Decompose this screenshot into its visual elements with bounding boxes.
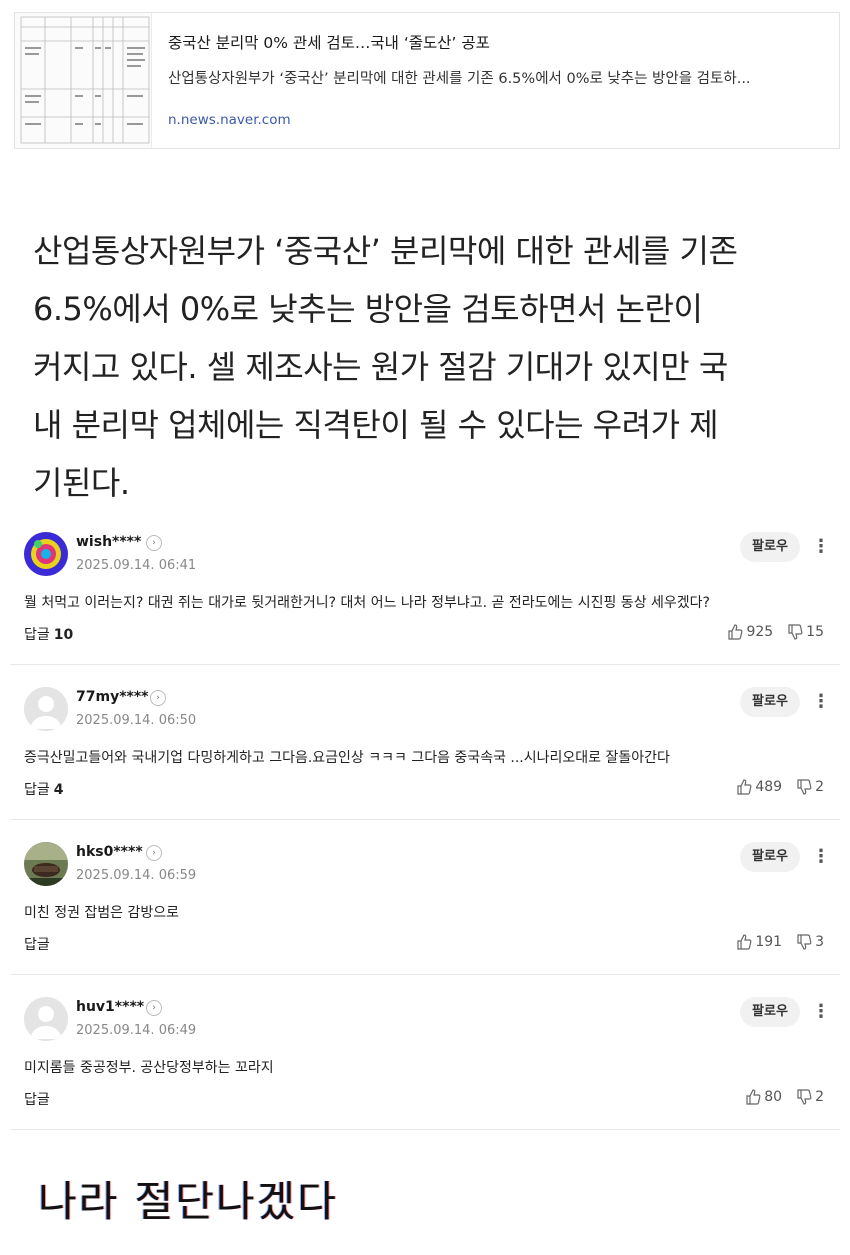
article-line: 산업통상자원부가 ‘중국산’ 분리막에 대한 관세를 기존: [33, 232, 738, 270]
comment-username[interactable]: 77my****: [76, 689, 148, 705]
reply-button[interactable]: 답글: [24, 934, 54, 954]
avatar[interactable]: [24, 842, 68, 886]
article-line: 내 분리막 업체에는 직격탄이 될 수 있다는 우려가 제: [33, 406, 719, 444]
thumbs-up-icon: [746, 1089, 761, 1105]
comment-text: 증극산밀고들어와 국내기업 다밍하게하고 그다음.요금인상 ㅋㅋㅋ 그다음 중국…: [24, 750, 670, 766]
like-button[interactable]: 489: [736, 779, 782, 795]
vote-group: 489 2: [736, 779, 824, 795]
reply-label: 답글: [24, 937, 50, 953]
comment-date: 2025.09.14. 06:50: [76, 713, 197, 728]
preview-domain[interactable]: n.news.naver.com: [168, 111, 839, 129]
comment-text: 뭘 처먹고 이러는지? 대권 쥐는 대가로 뒷거래한거니? 대처 어느 나라 정…: [24, 595, 710, 611]
dislike-count: 15: [806, 624, 824, 640]
comment-item: 77my**** › 2025.09.14. 06:50 팔로우 ⋮ 증극산밀고…: [10, 665, 840, 820]
document-thumbnail: [15, 13, 152, 148]
comment-item: hks0**** › 2025.09.14. 06:59 팔로우 ⋮ 미친 정권…: [10, 820, 840, 975]
article-excerpt: 산업통상자원부가 ‘중국산’ 분리막에 대한 관세를 기존 6.5%에서 0%로…: [33, 222, 823, 512]
more-options-icon[interactable]: ⋮: [812, 845, 830, 869]
chevron-right-icon[interactable]: ›: [146, 845, 162, 861]
caption-text: 나라 절단나겠다: [38, 1177, 338, 1226]
more-options-icon[interactable]: ⋮: [812, 535, 830, 559]
thumbs-up-icon: [737, 934, 752, 950]
chevron-right-icon[interactable]: ›: [146, 535, 162, 551]
default-user-icon: [24, 687, 68, 731]
dislike-button[interactable]: 2: [796, 779, 824, 795]
comment-date: 2025.09.14. 06:59: [76, 868, 197, 883]
more-options-icon[interactable]: ⋮: [812, 690, 830, 714]
reply-count: 10: [53, 627, 74, 643]
news-preview-card[interactable]: 중국산 분리막 0% 관세 검토…국내 ‘줄도산’ 공포 산업통상자원부가 ‘중…: [14, 12, 840, 149]
vote-group: 925 15: [727, 624, 824, 640]
comment-text: 미친 정권 잡범은 감방으로: [24, 905, 180, 921]
thumbs-down-icon: [797, 934, 812, 950]
comment-username[interactable]: hks0****: [76, 844, 143, 860]
reply-button[interactable]: 답글 10: [24, 624, 73, 644]
avatar[interactable]: [24, 997, 68, 1041]
more-options-icon[interactable]: ⋮: [812, 1000, 830, 1024]
reply-button[interactable]: 답글 4: [24, 779, 64, 799]
vote-group: 80 2: [745, 1089, 824, 1105]
comment-username[interactable]: wish****: [76, 534, 141, 550]
follow-button[interactable]: 팔로우: [740, 997, 800, 1027]
reply-count: 4: [53, 782, 64, 798]
chevron-right-icon[interactable]: ›: [150, 690, 166, 706]
like-count: 80: [764, 1089, 783, 1105]
reply-button[interactable]: 답글: [24, 1089, 54, 1109]
preview-title[interactable]: 중국산 분리막 0% 관세 검토…국내 ‘줄도산’ 공포: [168, 33, 839, 53]
thumbs-up-icon: [728, 624, 743, 640]
photo-icon: [24, 842, 68, 886]
chevron-right-icon[interactable]: ›: [146, 1000, 162, 1016]
dislike-count: 2: [815, 779, 824, 795]
like-button[interactable]: 925: [727, 624, 773, 640]
dislike-button[interactable]: 3: [796, 934, 824, 950]
like-count: 191: [755, 934, 783, 950]
comment-item: huv1**** › 2025.09.14. 06:49 팔로우 ⋮ 미지롬들 …: [10, 975, 840, 1130]
article-line: 6.5%에서 0%로 낮추는 방안을 검토하면서 논란이: [33, 290, 703, 328]
vote-group: 191 3: [736, 934, 824, 950]
follow-button[interactable]: 팔로우: [740, 687, 800, 717]
like-count: 489: [755, 779, 783, 795]
avatar[interactable]: [24, 687, 68, 731]
follow-button[interactable]: 팔로우: [740, 532, 800, 562]
dislike-button[interactable]: 2: [796, 1089, 824, 1105]
thumbs-down-icon: [797, 1089, 812, 1105]
default-user-icon: [24, 997, 68, 1041]
comment-date: 2025.09.14. 06:49: [76, 1023, 197, 1038]
like-button[interactable]: 191: [736, 934, 782, 950]
comment-date: 2025.09.14. 06:41: [76, 558, 197, 573]
like-count: 925: [746, 624, 774, 640]
dislike-count: 2: [815, 1089, 824, 1105]
follow-button[interactable]: 팔로우: [740, 842, 800, 872]
comment-list: wish**** › 2025.09.14. 06:41 팔로우 ⋮ 뭘 처먹고…: [10, 510, 840, 1130]
comment-text: 미지롬들 중공정부. 공산당정부하는 꼬라지: [24, 1060, 274, 1076]
comment-item: wish**** › 2025.09.14. 06:41 팔로우 ⋮ 뭘 처먹고…: [10, 510, 840, 665]
article-line: 커지고 있다. 셀 제조사는 원가 절감 기대가 있지만 국: [33, 348, 728, 386]
colorful-icon: [24, 532, 68, 576]
reply-label: 답글: [24, 782, 50, 798]
thumbs-down-icon: [797, 779, 812, 795]
dislike-count: 3: [815, 934, 824, 950]
thumbs-down-icon: [788, 624, 803, 640]
article-line: 기된다.: [33, 464, 130, 502]
dislike-button[interactable]: 15: [787, 624, 824, 640]
thumbs-up-icon: [737, 779, 752, 795]
reply-label: 답글: [24, 627, 50, 643]
preview-description: 산업통상자원부가 ‘중국산’ 분리막에 대한 관세를 기존 6.5%에서 0%로…: [168, 71, 751, 87]
avatar[interactable]: [24, 532, 68, 576]
comment-username[interactable]: huv1****: [76, 999, 144, 1015]
like-button[interactable]: 80: [745, 1089, 782, 1105]
reply-label: 답글: [24, 1092, 50, 1108]
